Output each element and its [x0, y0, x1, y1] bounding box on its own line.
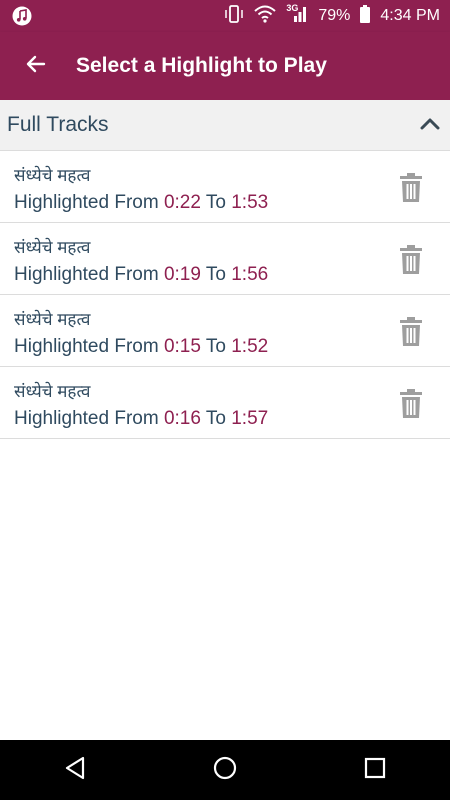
- from-label: Highlighted From: [14, 192, 164, 213]
- from-label: Highlighted From: [14, 408, 164, 429]
- to-label: To: [200, 192, 232, 213]
- network-type-label: 3G: [286, 2, 299, 13]
- wifi-icon: [254, 5, 277, 28]
- start-time: 0:15: [163, 336, 201, 357]
- battery-percent: 79%: [318, 7, 351, 24]
- nav-home-button[interactable]: [205, 750, 245, 790]
- highlight-range: Highlighted From 0:15 To 1:52: [14, 336, 268, 358]
- nav-back-button[interactable]: [55, 750, 95, 790]
- delete-button[interactable]: [398, 173, 424, 203]
- from-label: Highlighted From: [14, 336, 164, 357]
- highlight-range: Highlighted From 0:16 To 1:57: [14, 408, 268, 430]
- trash-icon: [398, 173, 424, 207]
- arrow-left-icon: [24, 52, 48, 81]
- track-title: संध्येचे महत्व: [14, 166, 91, 185]
- to-label: To: [200, 408, 232, 429]
- start-time: 0:19: [163, 264, 201, 285]
- start-time: 0:16: [163, 408, 201, 429]
- highlight-list: संध्येचे महत्व Highlighted From 0:22 To …: [0, 151, 450, 439]
- delete-button[interactable]: [398, 317, 424, 347]
- trash-icon: [398, 245, 424, 279]
- delete-button[interactable]: [398, 389, 424, 419]
- status-bar: 3G 79% 4:34 PM: [0, 0, 450, 32]
- vibrate-icon: [224, 4, 244, 28]
- track-title: संध्येचे महत्व: [14, 310, 91, 329]
- start-time: 0:22: [163, 192, 201, 213]
- trash-icon: [398, 317, 424, 351]
- from-label: Highlighted From: [14, 264, 164, 285]
- list-item[interactable]: संध्येचे महत्व Highlighted From 0:22 To …: [0, 151, 450, 223]
- page-title: Select a Highlight to Play: [76, 54, 327, 77]
- clock: 4:34 PM: [380, 7, 440, 24]
- back-button[interactable]: [20, 50, 52, 82]
- music-note-icon: [12, 6, 32, 26]
- list-item[interactable]: संध्येचे महत्व Highlighted From 0:19 To …: [0, 223, 450, 295]
- list-item[interactable]: संध्येचे महत्व Highlighted From 0:16 To …: [0, 367, 450, 439]
- list-item[interactable]: संध्येचे महत्व Highlighted From 0:15 To …: [0, 295, 450, 367]
- track-title: संध्येचे महत्व: [14, 238, 91, 257]
- track-title: संध्येचे महत्व: [14, 382, 91, 401]
- home-circle-icon: [213, 756, 237, 785]
- end-time: 1:53: [231, 192, 269, 213]
- section-title: Full Tracks: [7, 113, 109, 136]
- end-time: 1:57: [231, 408, 269, 429]
- highlight-range: Highlighted From 0:22 To 1:53: [14, 192, 268, 214]
- recents-square-icon: [364, 757, 386, 784]
- end-time: 1:52: [231, 336, 269, 357]
- app-bar: Select a Highlight to Play: [0, 32, 450, 100]
- collapse-button[interactable]: [418, 114, 442, 138]
- trash-icon: [398, 389, 424, 423]
- to-label: To: [200, 336, 232, 357]
- signal-icon: 3G: [286, 2, 308, 28]
- end-time: 1:56: [231, 264, 269, 285]
- to-label: To: [200, 264, 232, 285]
- highlight-range: Highlighted From 0:19 To 1:56: [14, 264, 268, 286]
- battery-icon: [360, 4, 371, 28]
- back-triangle-icon: [64, 756, 86, 785]
- system-nav-bar: [0, 740, 450, 800]
- full-tracks-header[interactable]: Full Tracks: [0, 100, 450, 151]
- chevron-up-icon: [420, 117, 440, 136]
- delete-button[interactable]: [398, 245, 424, 275]
- nav-recents-button[interactable]: [355, 750, 395, 790]
